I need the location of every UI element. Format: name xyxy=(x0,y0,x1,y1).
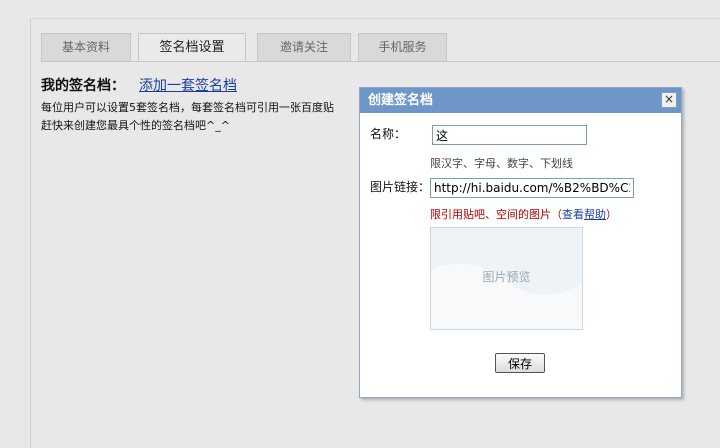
help-link[interactable]: 帮助 xyxy=(584,208,606,221)
section-description: 每位用户可以设置5套签名档，每套签名档可引用一张百度贴 赶快来创建您最具个性的签… xyxy=(41,99,361,135)
name-hint: 限汉字、字母、数字、下划线 xyxy=(430,157,573,170)
dialog-title: 创建签名档 xyxy=(360,88,681,113)
warning-text: 限引用贴吧、空间的图片（ xyxy=(430,208,562,221)
tab-divider xyxy=(41,61,720,62)
save-button[interactable]: 保存 xyxy=(495,353,545,373)
warning-close-paren: ） xyxy=(606,208,617,221)
tab-mobile-service[interactable]: 手机服务 xyxy=(358,33,447,61)
create-signature-dialog: 创建签名档 × 名称： 限汉字、字母、数字、下划线 图片链接： 限引用贴吧、空间… xyxy=(359,87,682,398)
section-heading: 我的签名档： xyxy=(41,78,125,94)
name-label: 名称： xyxy=(370,127,407,141)
tab-invite-follow[interactable]: 邀请关注 xyxy=(257,33,351,61)
tab-signature-settings[interactable]: 签名档设置 xyxy=(138,33,246,62)
image-link-label: 图片链接： xyxy=(370,180,431,194)
warning-see-text: 查看 xyxy=(562,208,584,221)
add-signature-link[interactable]: 添加一套签名档 xyxy=(139,75,237,95)
close-icon[interactable]: × xyxy=(661,92,677,108)
tab-basic-info[interactable]: 基本资料 xyxy=(41,33,131,61)
signature-section: 我的签名档： 添加一套签名档 每位用户可以设置5套签名档，每套签名档可引用一张百… xyxy=(41,75,334,132)
description-line-2: 赶快来创建您最具个性的签名档吧^_^ xyxy=(41,119,230,132)
name-input[interactable] xyxy=(432,125,587,145)
preview-label: 图片预览 xyxy=(482,270,531,284)
description-line-1: 每位用户可以设置5套签名档，每套签名档可引用一张百度贴 xyxy=(41,101,334,114)
image-link-input[interactable] xyxy=(430,178,634,198)
image-link-warning: 限引用贴吧、空间的图片（查看帮助） xyxy=(430,206,617,222)
image-preview: 图片预览 xyxy=(430,227,583,330)
